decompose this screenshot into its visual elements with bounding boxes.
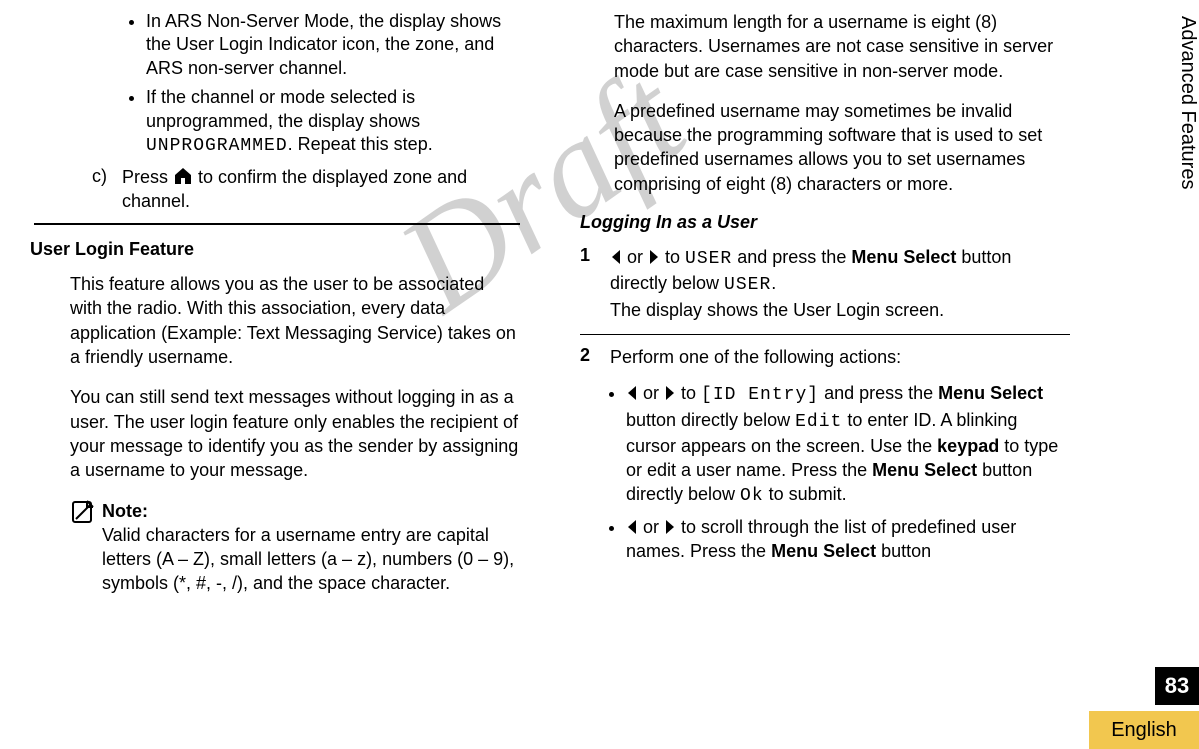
page-content: In ARS Non-Server Mode, the display show… [0, 0, 1120, 596]
text: to [660, 247, 685, 267]
text: or [622, 247, 648, 267]
text: or [638, 517, 664, 537]
column-left: In ARS Non-Server Mode, the display show… [30, 10, 550, 596]
note-icon [70, 499, 102, 596]
paragraph: A predefined username may sometimes be i… [580, 99, 1070, 196]
text: to submit. [764, 484, 847, 504]
paragraph: You can still send text messages without… [30, 385, 520, 482]
language-label: English [1089, 711, 1199, 749]
right-arrow-icon [648, 249, 660, 265]
page-number: 83 [1155, 667, 1199, 705]
right-arrow-icon [664, 519, 676, 535]
bold-text: Menu Select [851, 247, 956, 267]
step-label: c) [92, 166, 122, 213]
text: If the channel or mode selected is unpro… [146, 87, 420, 130]
chapter-label: Advanced Features [1155, 10, 1199, 230]
home-icon [173, 167, 193, 185]
step-2: 2 Perform one of the following actions: [580, 345, 1070, 369]
code-text: [ID Entry] [701, 385, 819, 405]
text: and press the [732, 247, 851, 267]
bold-text: Menu Select [771, 541, 876, 561]
list-item: or to [ID Entry] and press the Menu Sele… [626, 381, 1070, 508]
left-arrow-icon [610, 249, 622, 265]
step-1: 1 or to USER and press the Menu Select b… [580, 245, 1070, 322]
left-arrow-icon [626, 519, 638, 535]
code-text: USER [685, 249, 732, 269]
step-body: Perform one of the following actions: [610, 345, 1070, 369]
code-text: Edit [795, 412, 842, 432]
code-text: UNPROGRAMMED [146, 136, 288, 156]
left-arrow-icon [626, 385, 638, 401]
paragraph: The maximum length for a username is eig… [580, 10, 1070, 83]
note-block: Note: Valid characters for a username en… [30, 499, 520, 596]
divider [580, 334, 1070, 335]
column-right: The maximum length for a username is eig… [550, 10, 1070, 596]
text: button directly below [626, 410, 795, 430]
side-tab: Advanced Features 83 English [1155, 0, 1199, 749]
section-heading: User Login Feature [30, 239, 520, 260]
list-item: In ARS Non-Server Mode, the display show… [146, 10, 520, 80]
step-body: Press to confirm the displayed zone and … [122, 166, 520, 213]
text: Press [122, 167, 173, 187]
code-text: Ok [740, 486, 764, 506]
bullet-list: In ARS Non-Server Mode, the display show… [128, 10, 520, 158]
section-heading: Logging In as a User [580, 212, 1070, 233]
step-c: c) Press to confirm the displayed zone a… [92, 166, 520, 213]
text: to [676, 383, 701, 403]
note-body: Note: Valid characters for a username en… [102, 499, 520, 596]
text: and press the [819, 383, 938, 403]
note-title: Note: [102, 501, 148, 521]
list-item: If the channel or mode selected is unpro… [146, 86, 520, 158]
text: or [638, 383, 664, 403]
bold-text: Menu Select [938, 383, 1043, 403]
step-body: or to USER and press the Menu Select but… [610, 245, 1070, 322]
text: . [771, 273, 776, 293]
divider [34, 223, 520, 225]
bold-text: Menu Select [872, 460, 977, 480]
text: button [876, 541, 931, 561]
step-number: 2 [580, 345, 610, 369]
text: The display shows the User Login screen. [610, 300, 944, 320]
text: . Repeat this step. [288, 134, 433, 154]
note-text: Valid characters for a username entry ar… [102, 525, 514, 594]
right-arrow-icon [664, 385, 676, 401]
list-item: or to scroll through the list of predefi… [626, 515, 1070, 564]
bold-text: keypad [937, 436, 999, 456]
code-text: USER [724, 275, 771, 295]
paragraph: This feature allows you as the user to b… [30, 272, 520, 369]
step-number: 1 [580, 245, 610, 322]
sub-bullet-list: or to [ID Entry] and press the Menu Sele… [580, 381, 1070, 563]
